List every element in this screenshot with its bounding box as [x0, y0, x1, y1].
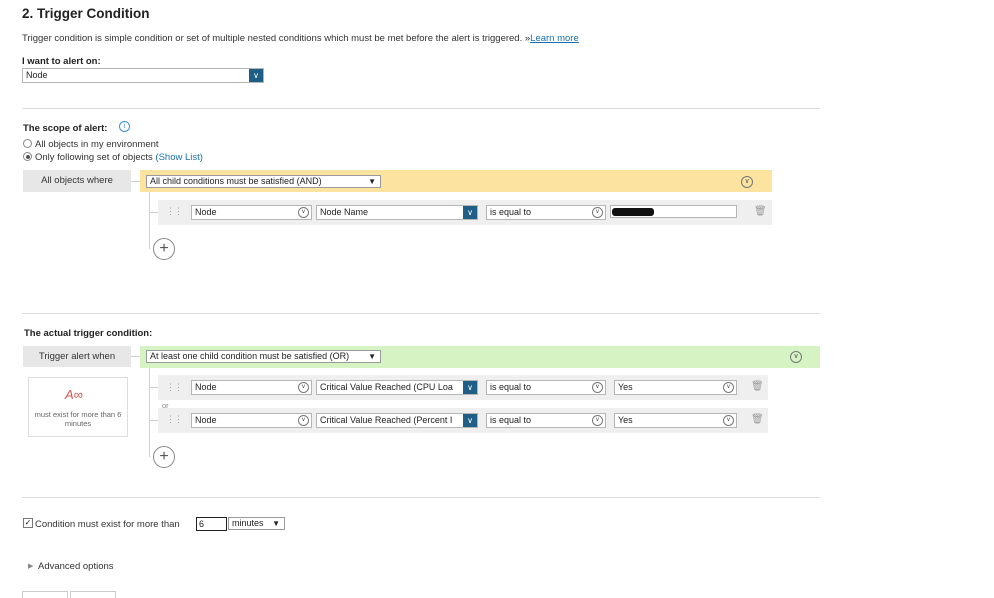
section-title: 2. Trigger Condition	[22, 6, 150, 21]
scope-field-value: Node Name	[320, 207, 369, 217]
chevron-down-icon: ∨	[463, 206, 477, 219]
trigger-object-select[interactable]: Node ∨	[191, 380, 312, 395]
trigger-tag: Trigger alert when	[23, 346, 131, 367]
description-text: Trigger condition is simple condition or…	[22, 33, 523, 44]
or-group-select[interactable]: At least one child condition must be sat…	[146, 350, 381, 363]
trigger-object-value: Node	[195, 382, 217, 392]
chevron-down-icon: ∨	[592, 207, 603, 218]
trigger-object-select[interactable]: Node ∨	[191, 413, 312, 428]
trigger-value-select[interactable]: Yes ∨	[614, 380, 737, 395]
duration-checkbox[interactable]: ✓	[23, 518, 33, 528]
connector	[150, 420, 158, 421]
trigger-operator-select[interactable]: is equal to ∨	[486, 380, 606, 395]
chevron-down-icon: ∨	[298, 382, 309, 393]
chevron-down-icon: ∨	[298, 207, 309, 218]
learn-more-link[interactable]: Learn more	[530, 33, 579, 44]
duration-input[interactable]: 6	[196, 517, 227, 531]
info-icon[interactable]: i	[119, 121, 130, 132]
connector	[150, 212, 158, 213]
scope-object-value: Node	[195, 207, 217, 217]
tree-line	[149, 192, 150, 249]
trigger-operator-value: is equal to	[490, 382, 532, 392]
trigger-field-select[interactable]: Critical Value Reached (Percent I ∨	[316, 413, 478, 428]
chevron-down-icon: ∨	[592, 382, 603, 393]
chevron-down-icon: ∨	[298, 415, 309, 426]
scope-label: The scope of alert:	[23, 123, 108, 134]
connector	[131, 181, 140, 182]
trigger-field-value: Critical Value Reached (CPU Loa	[320, 382, 453, 392]
duration-info-box: A∞ must exist for more than 6 minutes	[28, 377, 128, 437]
trigger-object-value: Node	[195, 415, 217, 425]
duration-unit-select[interactable]: minutes ▼	[228, 517, 285, 530]
duration-info-text: must exist for more than 6 minutes	[34, 410, 122, 428]
footer-button[interactable]	[22, 591, 68, 598]
connector	[150, 387, 158, 388]
duration-label: Condition must exist for more than	[35, 519, 180, 530]
radio-all-objects-label: All objects in my environment	[35, 139, 159, 150]
section-description: Trigger condition is simple condition or…	[22, 33, 579, 44]
scope-field-select[interactable]: Node Name ∨	[316, 205, 478, 220]
add-condition-button[interactable]: +	[153, 446, 175, 468]
time-condition-icon: A∞	[65, 387, 83, 402]
add-condition-button[interactable]: +	[153, 238, 175, 260]
advanced-options-link[interactable]: Advanced options	[38, 561, 114, 572]
trigger-value-text: Yes	[618, 382, 633, 392]
trigger-value-select[interactable]: Yes ∨	[614, 413, 737, 428]
divider	[22, 313, 820, 314]
or-group-value: At least one child condition must be sat…	[150, 351, 350, 361]
trigger-field-value: Critical Value Reached (Percent I	[320, 415, 453, 425]
alert-on-select[interactable]: Node ∨	[22, 68, 264, 83]
expand-triangle-icon[interactable]: ▶	[28, 562, 33, 570]
chevron-down-icon: ∨	[463, 381, 477, 394]
radio-following-set-label: Only following set of objects (Show List…	[35, 152, 203, 163]
divider	[22, 497, 820, 498]
and-group-value: All child conditions must be satisfied (…	[150, 176, 322, 186]
trash-icon[interactable]: 🗑	[751, 414, 764, 425]
chevron-down-icon: ∨	[592, 415, 603, 426]
show-list-link[interactable]: (Show List)	[155, 152, 203, 163]
radio-following-set-text: Only following set of objects	[35, 152, 153, 163]
tree-line	[149, 368, 150, 457]
trigger-value-text: Yes	[618, 415, 633, 425]
footer-button[interactable]	[70, 591, 116, 598]
trash-icon[interactable]: 🗑	[751, 381, 764, 392]
and-group-select[interactable]: All child conditions must be satisfied (…	[146, 175, 381, 188]
dropdown-arrow-icon: ▼	[368, 177, 376, 186]
trigger-label: The actual trigger condition:	[24, 328, 153, 339]
alert-on-value: Node	[26, 70, 48, 80]
trigger-field-select[interactable]: Critical Value Reached (CPU Loa ∨	[316, 380, 478, 395]
divider	[22, 108, 820, 109]
trash-icon[interactable]: 🗑	[754, 206, 767, 217]
drag-handle-icon[interactable]: ⋮⋮	[166, 206, 183, 217]
dropdown-arrow-icon: ▼	[368, 352, 376, 361]
drag-handle-icon[interactable]: ⋮⋮	[166, 414, 183, 425]
scope-object-select[interactable]: Node ∨	[191, 205, 312, 220]
trigger-operator-value: is equal to	[490, 415, 532, 425]
redacted-mark	[612, 208, 654, 216]
connector	[131, 356, 140, 357]
alert-on-label: I want to alert on:	[22, 56, 101, 67]
chevron-down-icon: ∨	[723, 415, 734, 426]
scope-operator-value: is equal to	[490, 207, 532, 217]
duration-unit-value: minutes	[232, 518, 264, 528]
trigger-operator-select[interactable]: is equal to ∨	[486, 413, 606, 428]
radio-all-objects[interactable]	[23, 139, 32, 148]
dropdown-arrow-icon: ▼	[272, 519, 280, 528]
scope-tag: All objects where	[23, 170, 131, 192]
chevron-down-icon: ∨	[463, 414, 477, 427]
collapse-icon[interactable]: ∨	[790, 351, 802, 363]
drag-handle-icon[interactable]: ⋮⋮	[166, 382, 183, 393]
chevron-down-icon: ∨	[249, 69, 263, 82]
scope-operator-select[interactable]: is equal to ∨	[486, 205, 606, 220]
radio-following-set[interactable]	[23, 152, 32, 161]
scope-value-input[interactable]	[610, 205, 737, 218]
collapse-icon[interactable]: ∨	[741, 176, 753, 188]
chevron-down-icon: ∨	[723, 382, 734, 393]
